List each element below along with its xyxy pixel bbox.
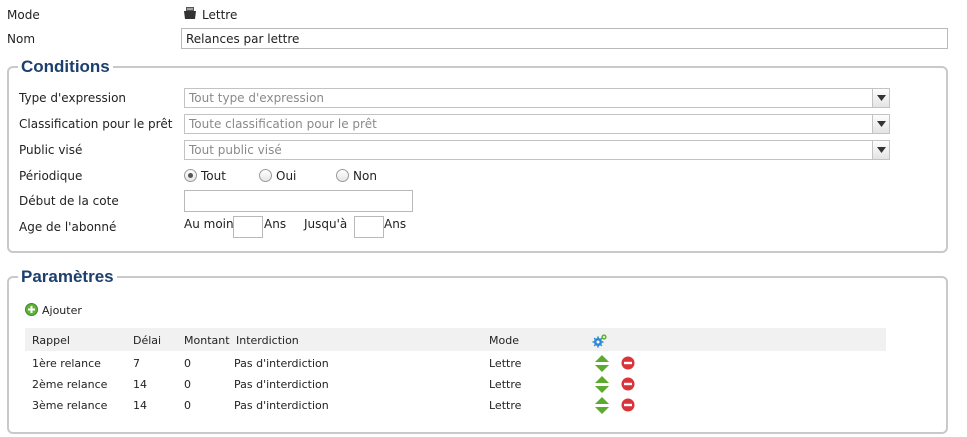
type-expression-label: Type d'expression [19,91,127,105]
col-mode: Mode [489,334,519,347]
radio-tout-label: Tout [201,169,226,183]
cell-rappel: 2ème relance [32,378,108,391]
cell-rappel: 3ème relance [32,399,108,412]
age-min-input[interactable] [233,216,263,238]
delete-icon[interactable] [621,398,635,415]
public-value: Tout public visé [189,143,282,157]
age-max-label: Jusqu'à [304,217,348,231]
chevron-down-icon[interactable] [872,141,889,159]
radio-non-label: Non [353,169,377,183]
mode-value: Lettre [202,8,238,22]
debut-cote-label: Début de la cote [19,194,119,208]
col-delai: Délai [133,334,162,347]
radio-oui[interactable] [259,169,272,182]
parametres-fieldset [7,276,948,434]
letter-icon [183,6,197,23]
col-interdiction: Interdiction [236,334,299,347]
periodique-label: Périodique [19,169,83,183]
chevron-down-icon[interactable] [872,89,889,107]
cell-montant: 0 [184,357,191,370]
age-min-label: Au moins [184,217,240,231]
public-select[interactable]: Tout public visé [184,140,890,160]
add-icon [25,303,38,319]
classification-label: Classification pour le prêt [19,117,173,131]
chevron-down-icon[interactable] [872,115,889,133]
delete-icon[interactable] [621,356,635,373]
cell-montant: 0 [184,399,191,412]
radio-non[interactable] [336,169,349,182]
cell-montant: 0 [184,378,191,391]
cell-delai: 14 [133,378,147,391]
cell-interdiction: Pas d'interdiction [234,357,329,370]
radio-tout[interactable] [184,169,197,182]
move-up-down-icon[interactable] [595,397,609,417]
nom-label: Nom [7,32,36,46]
public-label: Public visé [19,143,83,157]
cell-delai: 7 [133,357,140,370]
col-montant: Montant [184,334,230,347]
radio-oui-label: Oui [276,169,297,183]
classification-value: Toute classification pour le prêt [189,117,377,131]
settings-icon[interactable] [592,333,608,351]
conditions-legend: Conditions [18,57,113,77]
cell-mode: Lettre [489,378,522,391]
col-rappel: Rappel [32,334,70,347]
age-label: Age de l'abonné [19,220,117,234]
parametres-legend: Paramètres [18,267,117,287]
type-expression-value: Tout type d'expression [189,91,325,105]
cell-interdiction: Pas d'interdiction [234,399,329,412]
type-expression-select[interactable]: Tout type d'expression [184,88,890,108]
mode-label: Mode [7,8,40,22]
classification-select[interactable]: Toute classification pour le prêt [184,114,890,134]
cell-interdiction: Pas d'interdiction [234,378,329,391]
age-min-unit: Ans [264,217,287,231]
nom-input[interactable] [181,28,948,49]
add-label: Ajouter [42,304,82,317]
debut-cote-input[interactable] [184,190,413,212]
cell-rappel: 1ère relance [32,357,101,370]
cell-mode: Lettre [489,357,522,370]
age-max-input[interactable] [354,216,384,238]
cell-mode: Lettre [489,399,522,412]
age-max-unit: Ans [384,217,407,231]
move-up-down-icon[interactable] [595,376,609,396]
delete-icon[interactable] [621,377,635,394]
move-up-down-icon[interactable] [595,355,609,375]
cell-delai: 14 [133,399,147,412]
